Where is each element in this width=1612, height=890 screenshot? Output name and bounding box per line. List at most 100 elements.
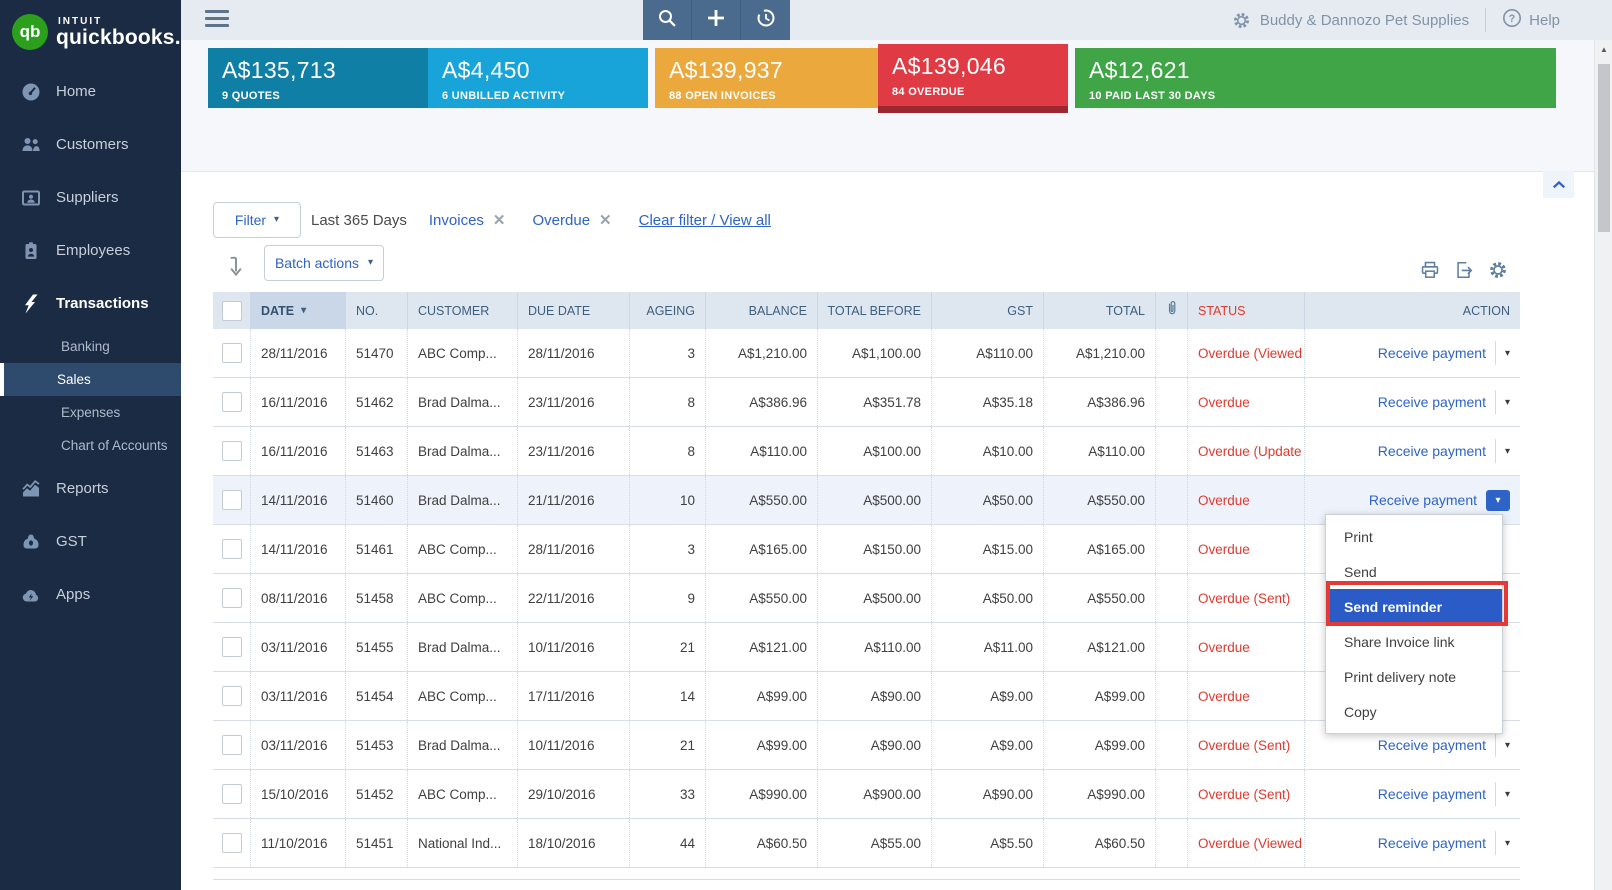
company-gear-icon[interactable] [1232, 11, 1251, 30]
remove-chip-x-icon[interactable]: ✕ [599, 211, 612, 229]
receive-payment-link[interactable]: Receive payment [1378, 443, 1486, 459]
invoice-row-51452[interactable]: 15/10/2016 51452 ABC Comp... 29/10/2016 33 A$… [213, 770, 1520, 819]
table-settings-gear-icon[interactable] [1488, 260, 1508, 280]
status-cell: Overdue [1188, 378, 1305, 426]
sidebar-subitem-chart-of-accounts[interactable]: Chart of Accounts [0, 429, 181, 462]
filter-chip-label[interactable]: Invoices [429, 212, 484, 229]
money-amount: A$139,046 [892, 53, 1006, 79]
action-dropdown-caret-icon[interactable]: ▾ [1505, 789, 1510, 800]
ageing-cell: 3 [630, 525, 706, 573]
column-header-ageing[interactable]: AGEING [630, 292, 706, 329]
menu-item-send[interactable]: Send [1326, 554, 1502, 589]
row-checkbox[interactable] [221, 833, 242, 853]
invoice-row-51470[interactable]: 28/11/2016 51470 ABC Comp... 28/11/2016 3 A$1… [213, 329, 1520, 378]
invoice-row-51462[interactable]: 16/11/2016 51462 Brad Dalma... 23/11/2016 8 A… [213, 378, 1520, 427]
money-block-6-unbilled-activity[interactable]: A$4,450 6 UNBILLED ACTIVITY [428, 48, 648, 108]
invoice-row-51458[interactable]: 08/11/2016 51458 ABC Comp... 22/11/2016 9 A$5… [213, 574, 1520, 623]
invoice-row-51455[interactable]: 03/11/2016 51455 Brad Dalma... 10/11/2016 21… [213, 623, 1520, 672]
action-dropdown-caret-icon[interactable]: ▾ [1505, 446, 1510, 457]
create-new-button[interactable] [692, 0, 741, 40]
sidebar-item-home[interactable]: Home [0, 65, 181, 118]
invoice-row-51454[interactable]: 03/11/2016 51454 ABC Comp... 17/11/2016 14 A$… [213, 672, 1520, 721]
menu-item-print-delivery-note[interactable]: Print delivery note [1326, 659, 1502, 694]
search-button[interactable] [643, 0, 692, 40]
money-block-88-open-invoices[interactable]: A$139,937 88 OPEN INVOICES [655, 48, 878, 108]
column-header-due-date[interactable]: DUE DATE [518, 292, 630, 329]
scroll-down-icon[interactable] [224, 254, 248, 280]
column-header-customer[interactable]: CUSTOMER [408, 292, 518, 329]
menu-item-send-reminder[interactable]: Send reminder [1326, 589, 1502, 624]
sidebar-subitem-banking[interactable]: Banking [0, 330, 181, 363]
row-checkbox[interactable] [221, 686, 242, 706]
filter-chip-label[interactable]: Overdue [533, 212, 591, 229]
receive-payment-link[interactable]: Receive payment [1378, 394, 1486, 410]
sidebar-item-apps[interactable]: Apps [0, 568, 181, 621]
batch-actions-button[interactable]: Batch actions ▾ [264, 245, 384, 281]
no-cell: 51455 [346, 623, 408, 671]
action-dropdown-open-button[interactable]: ▾ [1486, 489, 1510, 511]
company-name[interactable]: Buddy & Dannozo Pet Supplies [1260, 12, 1469, 29]
column-header-status[interactable]: STATUS [1188, 292, 1305, 329]
row-checkbox[interactable] [221, 490, 242, 510]
column-header-date[interactable]: DATE ▾ [251, 292, 346, 329]
column-header-gst[interactable]: GST [932, 292, 1044, 329]
sidebar-item-reports[interactable]: Reports [0, 462, 181, 515]
menu-item-share-invoice-link[interactable]: Share Invoice link [1326, 624, 1502, 659]
column-header-action[interactable]: ACTION [1305, 292, 1520, 329]
invoice-row-51463[interactable]: 16/11/2016 51463 Brad Dalma... 23/11/2016 8 A… [213, 427, 1520, 476]
scrollbar-up-arrow[interactable]: ▲ [1595, 45, 1612, 54]
action-dropdown-caret-icon[interactable]: ▾ [1505, 740, 1510, 751]
sidebar-item-suppliers[interactable]: Suppliers [0, 171, 181, 224]
invoice-row-51451[interactable]: 11/10/2016 51451 National Ind... 18/10/2016… [213, 819, 1520, 868]
sidebar-item-gst[interactable]: GST [0, 515, 181, 568]
invoice-row-51453[interactable]: 03/11/2016 51453 Brad Dalma... 10/11/2016 21… [213, 721, 1520, 770]
row-checkbox[interactable] [221, 735, 242, 755]
money-block-9-quotes[interactable]: A$135,713 9 QUOTES [208, 48, 428, 108]
sidebar-item-transactions[interactable]: Transactions [0, 277, 181, 330]
invoice-row-51460[interactable]: 14/11/2016 51460 Brad Dalma... 21/11/2016 10… [213, 476, 1520, 525]
sidebar-subitem-expenses[interactable]: Expenses [0, 396, 181, 429]
row-checkbox[interactable] [221, 539, 242, 559]
filter-button[interactable]: Filter ▾ [213, 202, 301, 238]
sidebar-item-customers[interactable]: Customers [0, 118, 181, 171]
column-header-total-before[interactable]: TOTAL BEFORE [818, 292, 932, 329]
page-scrollbar[interactable]: ▲ [1594, 40, 1612, 890]
scrollbar-thumb[interactable] [1598, 64, 1610, 232]
row-checkbox[interactable] [221, 343, 242, 363]
export-icon[interactable] [1454, 260, 1474, 280]
column-header-no-[interactable]: NO. [346, 292, 408, 329]
menu-item-print[interactable]: Print [1326, 519, 1502, 554]
menu-item-copy[interactable]: Copy [1326, 694, 1502, 729]
receive-payment-link[interactable]: Receive payment [1378, 835, 1486, 851]
row-checkbox[interactable] [221, 588, 242, 608]
receive-payment-link[interactable]: Receive payment [1378, 737, 1486, 753]
status-cell: Overdue (Update [1188, 427, 1305, 475]
invoice-row-51461[interactable]: 14/11/2016 51461 ABC Comp... 28/11/2016 3 A$1… [213, 525, 1520, 574]
receive-payment-link[interactable]: Receive payment [1369, 492, 1477, 508]
row-checkbox[interactable] [221, 637, 242, 657]
money-block-84-overdue[interactable]: A$139,046 84 OVERDUE [878, 44, 1068, 113]
sidebar-subitem-sales[interactable]: Sales [0, 363, 181, 396]
sidebar-item-employees[interactable]: Employees [0, 224, 181, 277]
column-header-total[interactable]: TOTAL [1044, 292, 1156, 329]
gst-cell: A$9.00 [932, 672, 1044, 720]
action-dropdown-caret-icon[interactable]: ▾ [1505, 838, 1510, 849]
collapse-money-bar-button[interactable] [1543, 171, 1574, 198]
receive-payment-link[interactable]: Receive payment [1378, 345, 1486, 361]
print-icon[interactable] [1420, 260, 1440, 280]
balance-cell: A$550.00 [706, 476, 818, 524]
action-dropdown-caret-icon[interactable]: ▾ [1505, 397, 1510, 408]
receive-payment-link[interactable]: Receive payment [1378, 786, 1486, 802]
select-all-checkbox[interactable] [221, 300, 242, 321]
money-block-10-paid-last-30-days[interactable]: A$12,621 10 PAID LAST 30 DAYS [1075, 48, 1556, 108]
clear-filter-link[interactable]: Clear filter / View all [639, 212, 771, 229]
row-checkbox[interactable] [221, 441, 242, 461]
row-checkbox[interactable] [221, 392, 242, 412]
action-dropdown-caret-icon[interactable]: ▾ [1505, 348, 1510, 359]
recent-transactions-button[interactable] [741, 0, 790, 40]
hamburger-menu-icon[interactable] [205, 10, 229, 30]
help-button[interactable]: ? Help [1502, 8, 1560, 33]
column-header-balance[interactable]: BALANCE [706, 292, 818, 329]
remove-chip-x-icon[interactable]: ✕ [493, 211, 506, 229]
row-checkbox[interactable] [221, 784, 242, 804]
